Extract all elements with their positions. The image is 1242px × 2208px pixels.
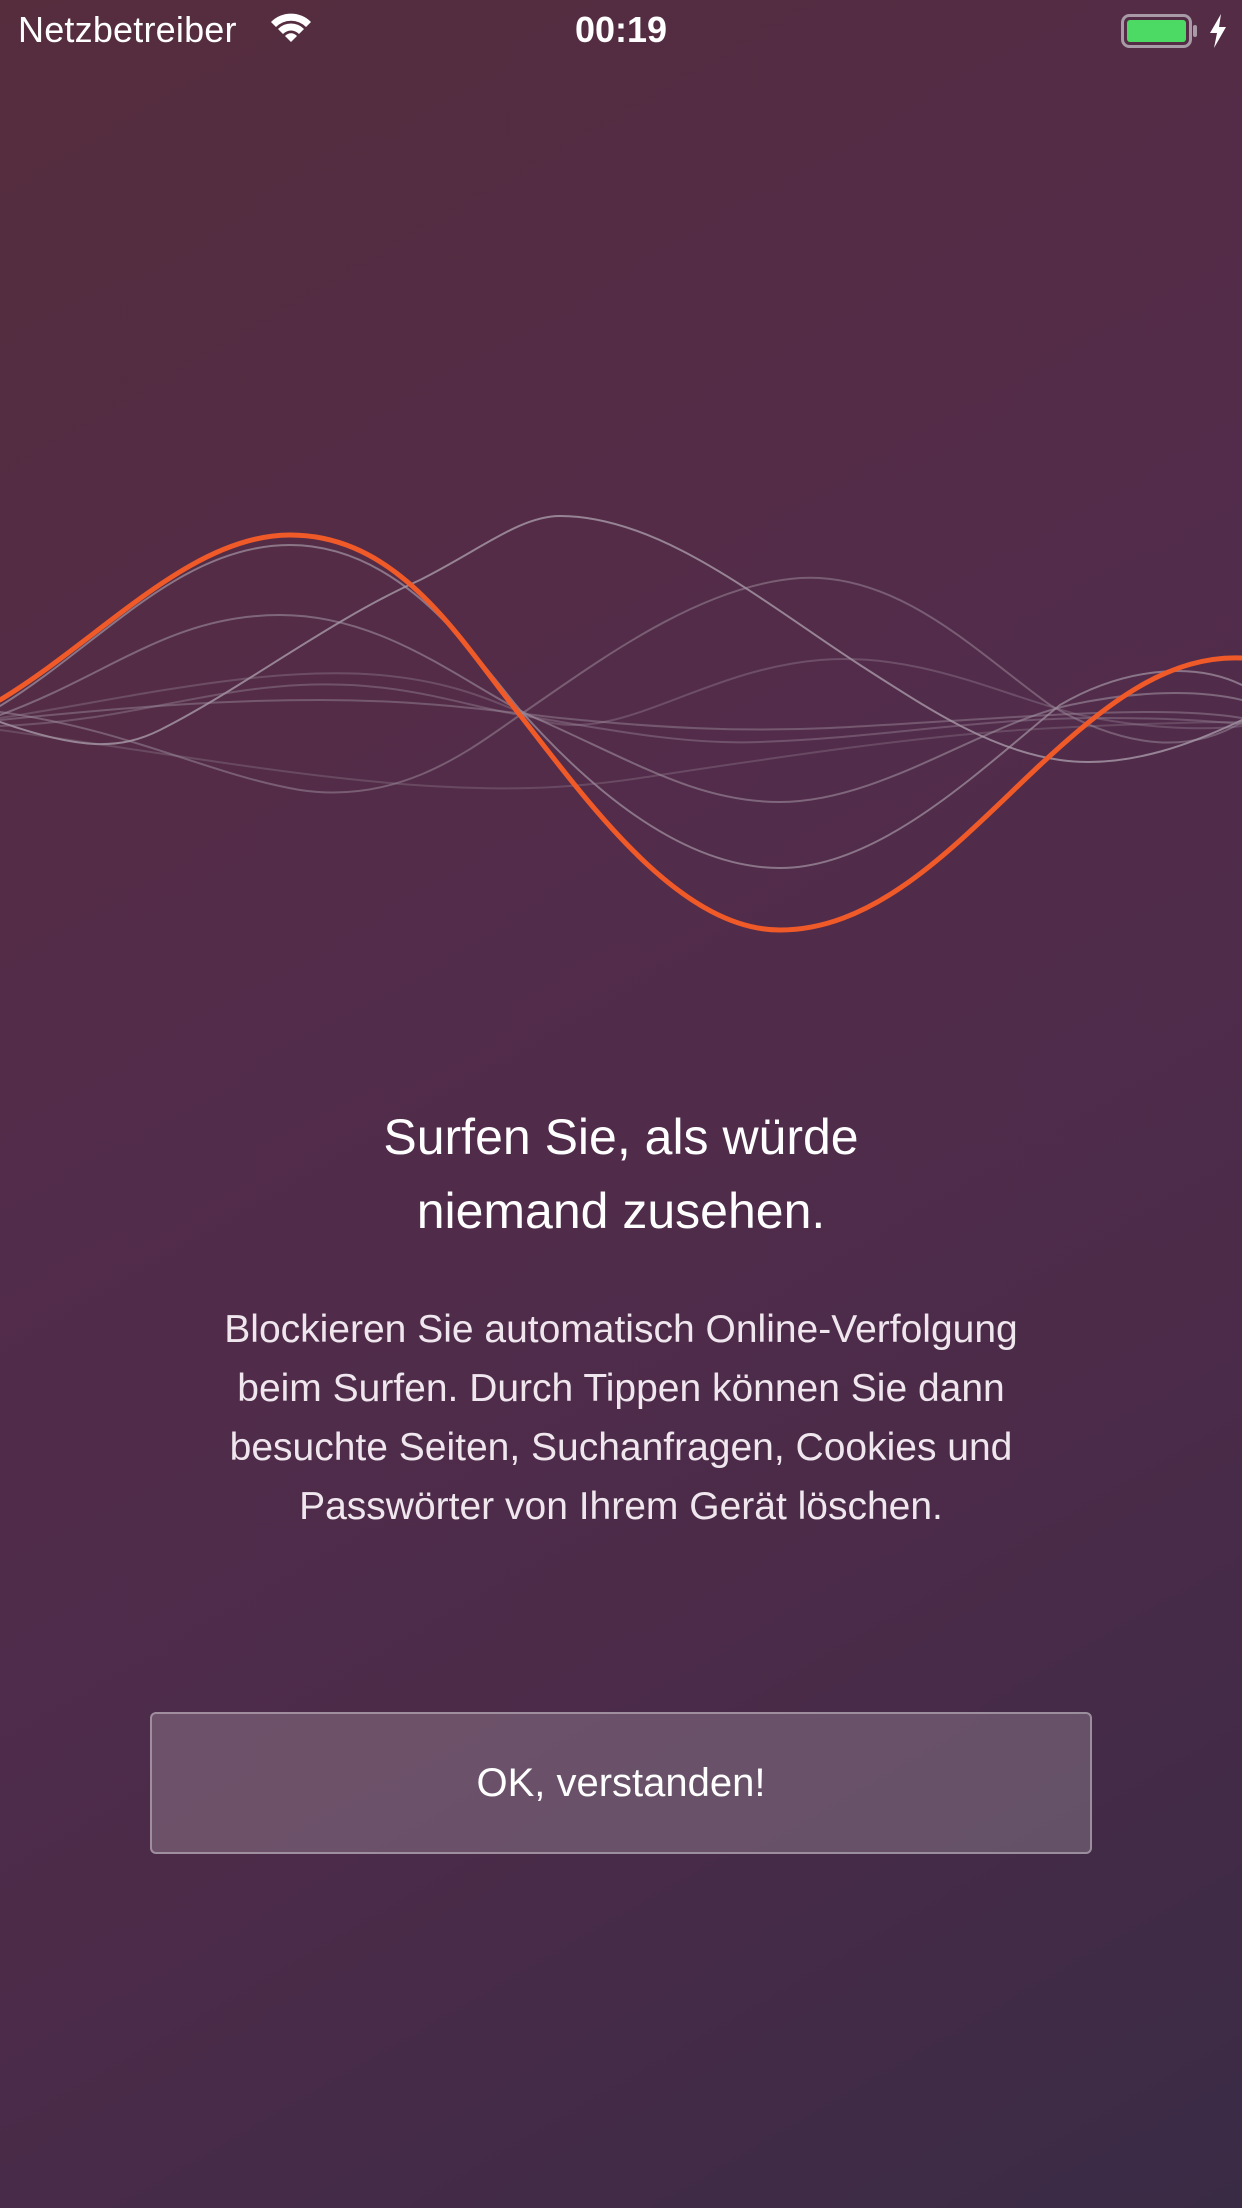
status-bar: Netzbetreiber 00:19: [0, 0, 1242, 60]
onboarding-description: Blockieren Sie automatisch Online-Verfol…: [224, 1308, 1018, 1528]
onboarding-title: Surfen Sie, als würde niemand zusehen.: [383, 1109, 859, 1239]
sound-wave-illustration: [0, 514, 1242, 933]
battery-icon: [1121, 14, 1197, 48]
status-time: 00:19: [574, 9, 668, 50]
charging-icon: [1210, 14, 1226, 48]
ok-understood-button[interactable]: OK, verstanden!: [150, 1712, 1092, 1854]
